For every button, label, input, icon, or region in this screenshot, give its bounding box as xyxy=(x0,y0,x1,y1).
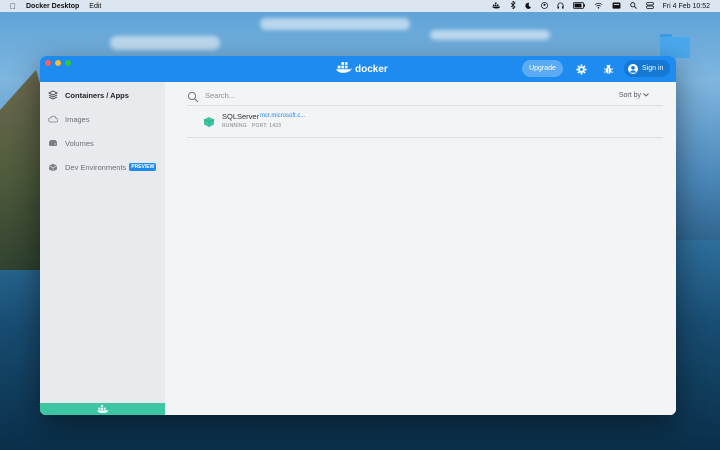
zoom-window-button[interactable] xyxy=(65,60,71,66)
macos-menu-bar:  Docker Desktop Edit xyxy=(0,0,720,12)
avatar-icon xyxy=(628,63,638,74)
sidebar-item-images[interactable]: Images xyxy=(48,112,90,126)
desktop-folder-icon[interactable] xyxy=(660,34,690,58)
container-name: SQLServer xyxy=(222,112,260,121)
container-status: RUNNING xyxy=(222,123,247,129)
sidebar-item-label: Containers / Apps xyxy=(65,90,129,100)
docker-desktop-window: docker Upgrade Sign in Containers / Apps xyxy=(40,56,676,415)
search-input[interactable] xyxy=(205,91,585,100)
desktop-cloud xyxy=(430,30,550,40)
headphones-icon[interactable] xyxy=(556,2,564,11)
sign-in-label: Sign in xyxy=(642,65,664,72)
wifi-icon[interactable] xyxy=(594,2,603,11)
upgrade-button[interactable]: Upgrade xyxy=(522,60,563,77)
disk-icon xyxy=(48,138,58,148)
sign-in-button[interactable]: Sign in xyxy=(624,60,670,77)
bluetooth-icon[interactable] xyxy=(510,0,516,11)
docker-whale-icon xyxy=(96,400,109,415)
container-cube-icon xyxy=(203,115,215,127)
battery-icon[interactable] xyxy=(572,1,585,11)
search-icon xyxy=(187,90,199,102)
desktop-cloud xyxy=(110,36,220,50)
sidebar-item-label: Dev Environments xyxy=(65,162,127,172)
stack-icon xyxy=(48,90,58,100)
window-controls xyxy=(45,60,71,66)
troubleshoot-bug-icon[interactable] xyxy=(600,61,616,77)
chevron-down-icon xyxy=(643,92,649,99)
sidebar: Containers / Apps Images Volumes Dev Env… xyxy=(40,82,165,415)
control-center-icon[interactable] xyxy=(645,1,654,11)
menu-app-name[interactable]: Docker Desktop xyxy=(26,3,79,10)
docker-whale-icon xyxy=(336,62,352,76)
keyboard-input-icon[interactable] xyxy=(612,1,621,11)
window-titlebar: docker Upgrade Sign in xyxy=(40,56,676,82)
sidebar-item-dev-environments[interactable]: Dev Environments PREVIEW xyxy=(48,160,157,174)
sidebar-item-volumes[interactable]: Volumes xyxy=(48,136,94,150)
main-content: Sort by SQLServer mcr.microsoft.c... RUN… xyxy=(165,82,676,415)
cube-icon xyxy=(48,162,58,172)
sidebar-item-containers[interactable]: Containers / Apps xyxy=(48,88,129,102)
sort-by-label: Sort by xyxy=(618,92,641,99)
menu-edit[interactable]: Edit xyxy=(89,3,101,10)
sidebar-item-label: Volumes xyxy=(65,138,94,148)
minimize-window-button[interactable] xyxy=(55,60,61,66)
container-row[interactable]: SQLServer mcr.microsoft.c... RUNNING POR… xyxy=(187,108,663,138)
preview-badge: PREVIEW xyxy=(129,163,157,171)
cloud-icon xyxy=(48,114,58,124)
desktop-cloud xyxy=(260,18,410,30)
settings-gear-icon[interactable] xyxy=(573,61,589,77)
apple-icon[interactable]:  xyxy=(10,2,16,11)
user-icon[interactable] xyxy=(540,1,548,11)
docker-menu-icon[interactable] xyxy=(491,2,501,11)
close-window-button[interactable] xyxy=(45,60,51,66)
sort-by-dropdown[interactable]: Sort by xyxy=(619,92,663,99)
container-image-link[interactable]: mcr.microsoft.c... xyxy=(260,113,305,119)
container-port: PORT: 1433 xyxy=(252,123,282,129)
docker-logo-text: docker xyxy=(355,63,388,75)
sidebar-item-label: Images xyxy=(65,114,90,124)
do-not-disturb-icon[interactable] xyxy=(524,2,532,11)
search-bar: Sort by xyxy=(187,86,663,106)
docker-status-bar[interactable] xyxy=(40,403,165,415)
menu-clock[interactable]: Fri 4 Feb 10:52 xyxy=(663,3,710,10)
spotlight-search-icon[interactable] xyxy=(629,1,637,11)
docker-logo: docker xyxy=(336,62,388,76)
